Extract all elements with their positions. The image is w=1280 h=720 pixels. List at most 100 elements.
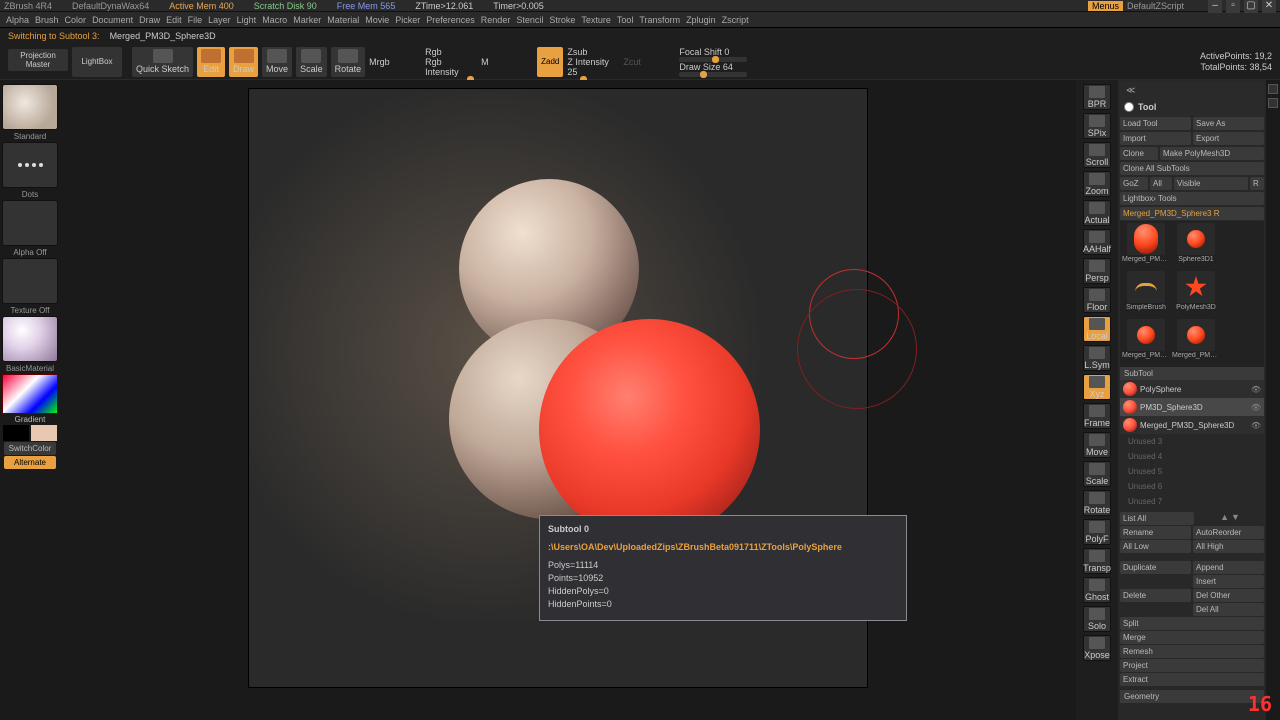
menu-document[interactable]: Document: [92, 15, 133, 25]
arrow-up-icon[interactable]: ▲: [1220, 512, 1229, 525]
menu-color[interactable]: Color: [65, 15, 87, 25]
move-button[interactable]: Move: [1083, 432, 1111, 458]
solo-button[interactable]: Solo: [1083, 606, 1111, 632]
aahalf-button[interactable]: AAHalf: [1083, 229, 1111, 255]
unused-slot[interactable]: Unused 5: [1120, 464, 1264, 479]
unused-slot[interactable]: Unused 6: [1120, 479, 1264, 494]
menu-movie[interactable]: Movie: [365, 15, 389, 25]
subtool-row[interactable]: Merged_PM3D_Sphere3D👁: [1120, 416, 1264, 434]
import-button[interactable]: Import: [1120, 132, 1191, 145]
autoreorder-button[interactable]: AutoReorder: [1193, 526, 1264, 539]
edit-button[interactable]: Edit: [197, 47, 225, 77]
palette-expand-icon[interactable]: ≪: [1126, 85, 1135, 96]
color-picker[interactable]: [2, 374, 58, 414]
make-polymesh-button[interactable]: Make PolyMesh3D: [1160, 147, 1264, 160]
tool-header[interactable]: Tool: [1120, 98, 1264, 116]
insert-button[interactable]: Insert: [1193, 575, 1264, 588]
mrgb-label[interactable]: Mrgb: [369, 57, 421, 67]
arrow-down-icon[interactable]: ▼: [1231, 512, 1240, 525]
spix-button[interactable]: SPix: [1083, 113, 1111, 139]
subtool-row[interactable]: PolySphere👁: [1120, 380, 1264, 398]
menu-layer[interactable]: Layer: [208, 15, 231, 25]
maximize-icon[interactable]: ▢: [1244, 0, 1258, 13]
alpha-swatch[interactable]: [2, 200, 58, 246]
menu-macro[interactable]: Macro: [262, 15, 287, 25]
all-high-button[interactable]: All High: [1193, 540, 1264, 553]
drawsize-slider[interactable]: [679, 72, 747, 77]
menu-texture[interactable]: Texture: [581, 15, 611, 25]
actual-button[interactable]: Actual: [1083, 200, 1111, 226]
rotate-button[interactable]: Rotate: [1083, 490, 1111, 516]
export-button[interactable]: Export: [1193, 132, 1264, 145]
save-as-button[interactable]: Save As: [1193, 117, 1264, 130]
menu-file[interactable]: File: [188, 15, 203, 25]
m-label[interactable]: M: [481, 57, 533, 67]
default-zscript[interactable]: DefaultZScript: [1127, 1, 1184, 11]
lsym-button[interactable]: L.Sym: [1083, 345, 1111, 371]
lightbox-button[interactable]: LightBox: [72, 47, 122, 77]
zsub-label[interactable]: Zsub: [567, 47, 619, 57]
move-button[interactable]: Move: [262, 47, 292, 77]
all-low-button[interactable]: All Low: [1120, 540, 1191, 553]
menu-render[interactable]: Render: [481, 15, 511, 25]
extract-button[interactable]: Extract: [1120, 673, 1264, 686]
geometry-header[interactable]: Geometry: [1120, 690, 1264, 703]
bpr-button[interactable]: BPR: [1083, 84, 1111, 110]
scale-button[interactable]: Scale: [1083, 461, 1111, 487]
current-tool-name[interactable]: Merged_PM3D_Sphere3 R: [1120, 207, 1264, 220]
tool-thumb[interactable]: Merged_PM3D_S: [1122, 223, 1170, 269]
tool-thumb[interactable]: SimpleBrush: [1122, 271, 1170, 317]
split-button[interactable]: Split: [1120, 617, 1264, 630]
remesh-button[interactable]: Remesh: [1120, 645, 1264, 658]
tool-thumb[interactable]: Sphere3D1: [1172, 223, 1220, 269]
menu-material[interactable]: Material: [327, 15, 359, 25]
tool-thumb[interactable]: Merged_PM3D_S: [1172, 319, 1220, 365]
rotate-button[interactable]: Rotate: [331, 47, 366, 77]
polyf-button[interactable]: PolyF: [1083, 519, 1111, 545]
tray-toggle-2[interactable]: [1268, 98, 1278, 108]
swatch-black[interactable]: [3, 425, 29, 441]
quicksketch-button[interactable]: Quick Sketch: [132, 47, 193, 77]
close-icon[interactable]: ✕: [1262, 0, 1276, 13]
focal-slider[interactable]: [679, 57, 747, 62]
tray-toggle-1[interactable]: [1268, 84, 1278, 94]
goz-visible-button[interactable]: Visible: [1174, 177, 1248, 190]
unused-slot[interactable]: Unused 3: [1120, 434, 1264, 449]
scroll-button[interactable]: Scroll: [1083, 142, 1111, 168]
gradient-label[interactable]: Gradient: [15, 415, 46, 424]
local-button[interactable]: Local: [1083, 316, 1111, 342]
viewport[interactable]: Subtool 0 :\Users\OA\Dev\UploadedZips\ZB…: [248, 88, 868, 688]
scale-button[interactable]: Scale: [296, 47, 327, 77]
list-all-button[interactable]: List All: [1120, 512, 1194, 525]
menus-button[interactable]: Menus: [1088, 1, 1123, 11]
zoom-button[interactable]: Zoom: [1083, 171, 1111, 197]
rgb-label[interactable]: Rgb: [425, 47, 477, 57]
menu-marker[interactable]: Marker: [293, 15, 321, 25]
project-button[interactable]: Project: [1120, 659, 1264, 672]
persp-button[interactable]: Persp: [1083, 258, 1111, 284]
goz-all-button[interactable]: All: [1150, 177, 1172, 190]
rename-button[interactable]: Rename: [1120, 526, 1191, 539]
clone-all-button[interactable]: Clone All SubTools: [1120, 162, 1264, 175]
subtool-row[interactable]: PM3D_Sphere3D👁: [1120, 398, 1264, 416]
tool-thumb[interactable]: PolyMesh3D: [1172, 271, 1220, 317]
alternate-button[interactable]: Alternate: [4, 456, 56, 469]
del-all-button[interactable]: Del All: [1193, 603, 1264, 616]
del-other-button[interactable]: Del Other: [1193, 589, 1264, 602]
menu-zplugin[interactable]: Zplugin: [686, 15, 716, 25]
eye-icon[interactable]: 👁: [1251, 403, 1261, 412]
frame-button[interactable]: Frame: [1083, 403, 1111, 429]
brush-swatch[interactable]: [2, 84, 58, 130]
xyz-button[interactable]: Xyz: [1083, 374, 1111, 400]
stroke-swatch[interactable]: [2, 142, 58, 188]
ghost-button[interactable]: Ghost: [1083, 577, 1111, 603]
projection-master-button[interactable]: Projection Master: [8, 49, 68, 71]
xpose-button[interactable]: Xpose: [1083, 635, 1111, 661]
zadd-button[interactable]: Zadd: [537, 47, 563, 77]
menu-edit[interactable]: Edit: [166, 15, 182, 25]
material-swatch[interactable]: [2, 316, 58, 362]
transp-button[interactable]: Transp: [1083, 548, 1111, 574]
texture-swatch[interactable]: [2, 258, 58, 304]
menu-preferences[interactable]: Preferences: [426, 15, 475, 25]
switchcolor-button[interactable]: SwitchColor: [4, 442, 56, 455]
